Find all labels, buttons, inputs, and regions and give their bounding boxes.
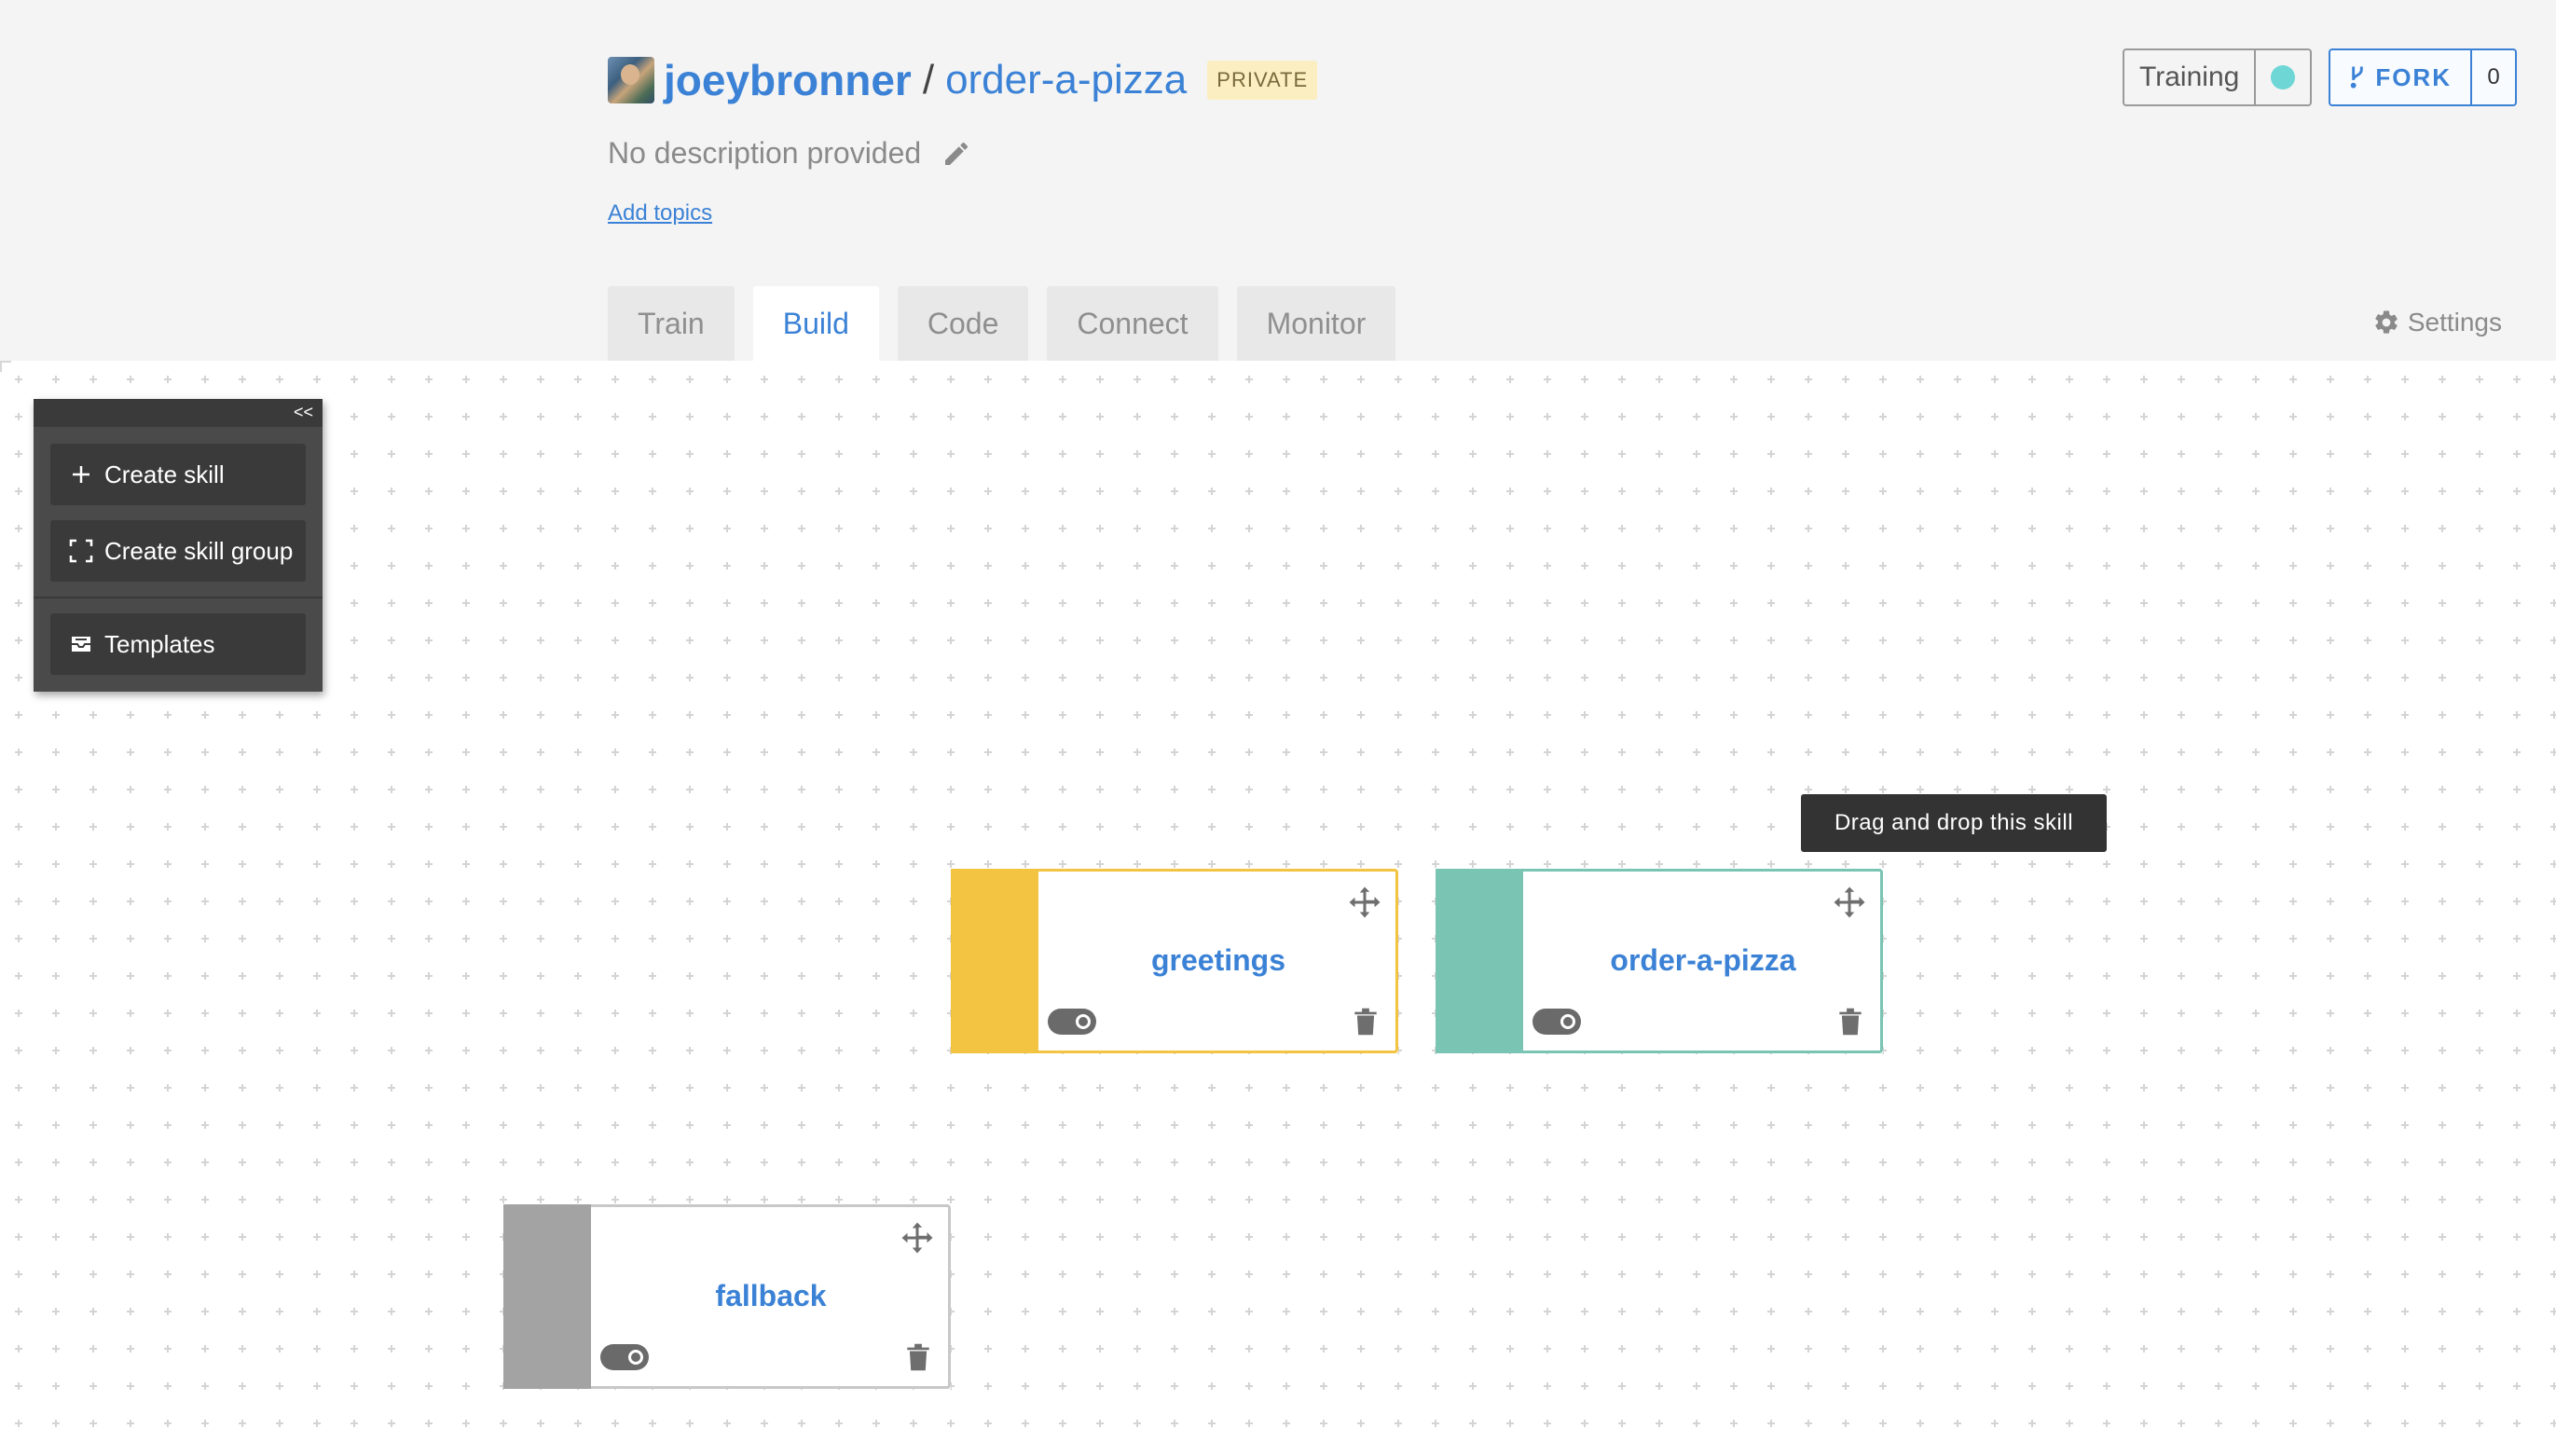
description-row: No description provided [608, 136, 971, 171]
skill-name[interactable]: fallback [591, 1279, 951, 1313]
templates-label: Templates [104, 629, 215, 658]
add-topics-link[interactable]: Add topics [608, 200, 712, 227]
tab-monitor[interactable]: Monitor [1236, 286, 1396, 361]
repo-separator: / [922, 57, 935, 103]
trash-icon[interactable] [906, 1342, 930, 1372]
fork-label: FORK [2375, 62, 2452, 91]
settings-label: Settings [2407, 308, 2502, 337]
move-icon[interactable] [1833, 886, 1866, 919]
settings-link[interactable]: Settings [2372, 308, 2502, 337]
plus-icon [67, 460, 95, 488]
create-skill-button[interactable]: Create skill [50, 444, 306, 505]
create-skill-group-label: Create skill group [104, 536, 294, 565]
repo-tabs: Train Build Code Connect Monitor [608, 286, 1414, 361]
fork-button[interactable]: FORK [2330, 50, 2472, 104]
owner-avatar[interactable] [608, 57, 654, 103]
tab-connect[interactable]: Connect [1047, 286, 1218, 361]
frame-corners-icon [67, 537, 95, 565]
skill-name[interactable]: order-a-pizza [1523, 943, 1883, 978]
skill-color-stripe [503, 1204, 591, 1389]
templates-button[interactable]: Templates [50, 613, 306, 675]
fork-control: FORK 0 [2329, 48, 2517, 106]
training-status[interactable]: Training [2123, 48, 2313, 106]
repo-actions: Training FORK 0 [2123, 48, 2517, 106]
gear-icon [2375, 310, 2398, 334]
toolbox-divider [34, 597, 323, 598]
drag-tooltip: Drag and drop this skill [1801, 794, 2107, 852]
skill-color-stripe [951, 869, 1038, 1053]
training-status-dot-icon [2271, 65, 2296, 89]
repo-header: joeybronner / order-a-pizza PRIVATE No d… [0, 0, 2556, 361]
skill-card-order-a-pizza[interactable]: order-a-pizza [1436, 869, 1883, 1053]
toolbox-header: << [34, 399, 323, 427]
fork-icon [2351, 66, 2364, 89]
move-icon[interactable] [1348, 886, 1381, 919]
skill-card-greetings[interactable]: greetings [951, 869, 1398, 1053]
pencil-icon[interactable] [941, 139, 971, 169]
skill-toggle[interactable] [1532, 1009, 1581, 1035]
inbox-tray-icon [67, 630, 95, 658]
tab-code[interactable]: Code [897, 286, 1029, 361]
repo-owner-link[interactable]: joeybronner [664, 55, 912, 105]
collapse-toolbox-button[interactable]: << [294, 403, 313, 422]
trash-icon[interactable] [1354, 1007, 1378, 1037]
fork-count: 0 [2487, 64, 2500, 89]
repo-description: No description provided [608, 136, 922, 170]
repo-title-row: joeybronner / order-a-pizza PRIVATE [608, 54, 1318, 106]
tab-train[interactable]: Train [608, 286, 735, 361]
create-skill-label: Create skill [104, 460, 225, 488]
private-badge: PRIVATE [1207, 61, 1318, 100]
training-label: Training [2124, 50, 2257, 104]
skill-toggle[interactable] [600, 1344, 649, 1370]
skill-color-stripe [1436, 869, 1523, 1053]
move-icon[interactable] [900, 1221, 934, 1255]
tab-build[interactable]: Build [752, 286, 879, 361]
skill-card-fallback[interactable]: fallback [503, 1204, 951, 1389]
skill-toggle[interactable] [1048, 1009, 1096, 1035]
trash-icon[interactable] [1838, 1007, 1862, 1037]
repo-name-link[interactable]: order-a-pizza [945, 57, 1187, 103]
toolbox-panel: << Create skill Create skill group Templ… [34, 399, 323, 692]
skill-name[interactable]: greetings [1038, 943, 1398, 978]
create-skill-group-button[interactable]: Create skill group [50, 520, 306, 582]
